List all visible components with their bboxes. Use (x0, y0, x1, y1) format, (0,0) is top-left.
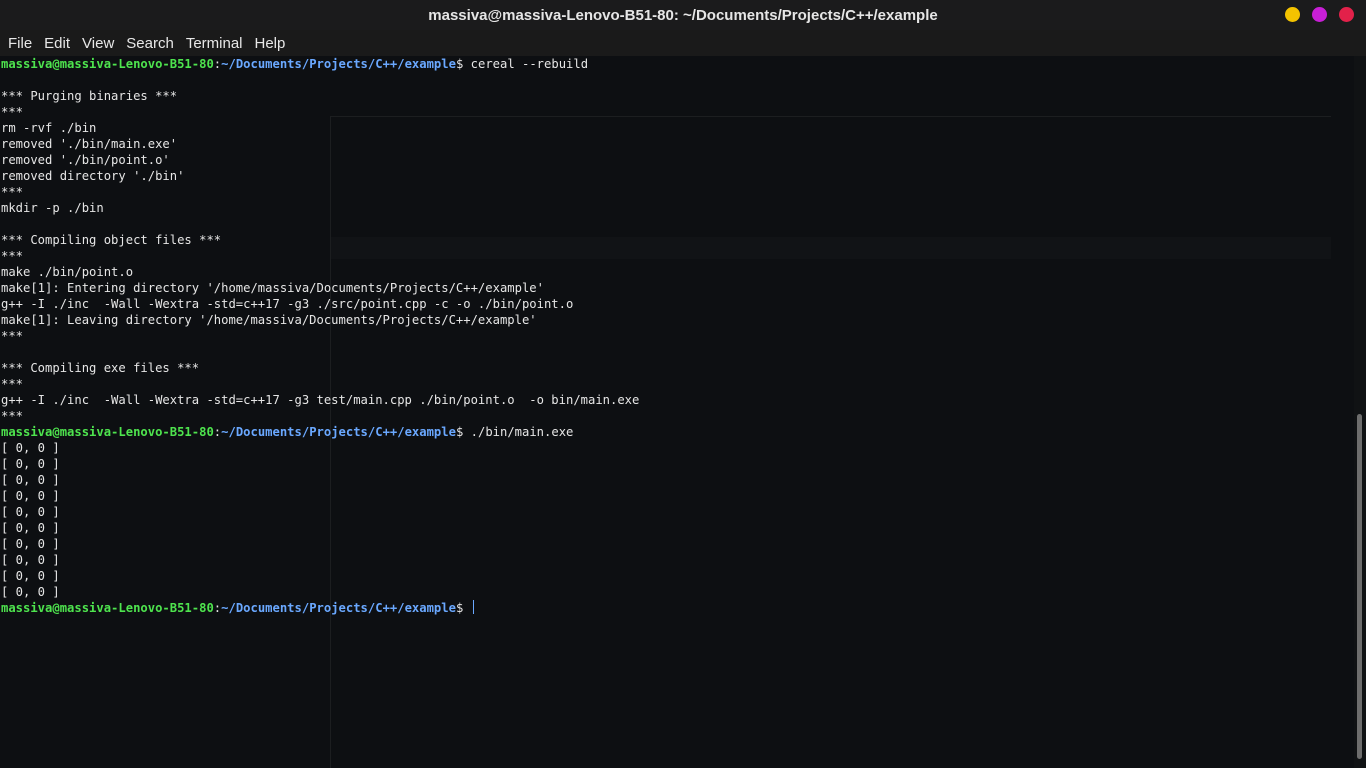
menu-search[interactable]: Search (120, 35, 180, 52)
minimize-button[interactable] (1285, 7, 1300, 22)
output-line: [ 0, 0 ] (1, 569, 60, 583)
output-line: rm -rvf ./bin (1, 121, 97, 135)
output-line: [ 0, 0 ] (1, 553, 60, 567)
output-line: *** (1, 409, 24, 423)
output-line: removed './bin/point.o' (1, 153, 170, 167)
prompt-line: massiva@massiva-Lenovo-B51-80:~/Document… (1, 424, 639, 440)
output-line: [ 0, 0 ] (1, 505, 60, 519)
window-title: massiva@massiva-Lenovo-B51-80: ~/Documen… (428, 6, 938, 24)
output-line: make[1]: Entering directory '/home/massi… (1, 281, 544, 295)
terminal-scrollbar[interactable] (1354, 56, 1366, 768)
output-line: removed './bin/main.exe' (1, 137, 178, 151)
window-controls (1285, 7, 1354, 22)
command-text: cereal --rebuild (470, 57, 589, 71)
output-line: [ 0, 0 ] (1, 537, 60, 551)
output-line: *** (1, 377, 24, 391)
output-line: removed directory './bin' (1, 169, 185, 183)
output-line: [ 0, 0 ] (1, 441, 60, 455)
output-line: [ 0, 0 ] (1, 585, 60, 599)
prompt-user: massiva@massiva-Lenovo-B51-80 (1, 425, 214, 439)
output-line: *** (1, 105, 24, 119)
command-text: ./bin/main.exe (470, 425, 574, 439)
menu-file[interactable]: File (2, 35, 38, 52)
output-line: g++ -I ./inc -Wall -Wextra -std=c++17 -g… (1, 393, 640, 407)
text-cursor[interactable] (472, 600, 474, 614)
window-titlebar[interactable]: massiva@massiva-Lenovo-B51-80: ~/Documen… (0, 0, 1366, 30)
output-line: *** (1, 185, 24, 199)
output-line: [ 0, 0 ] (1, 457, 60, 471)
output-line: mkdir -p ./bin (1, 201, 104, 215)
output-line: *** Compiling object files *** (1, 233, 222, 247)
menu-help[interactable]: Help (249, 35, 292, 52)
output-line: *** (1, 249, 24, 263)
output-line: *** Purging binaries *** (1, 89, 178, 103)
output-line: [ 0, 0 ] (1, 473, 60, 487)
menu-edit[interactable]: Edit (38, 35, 76, 52)
output-line: [ 0, 0 ] (1, 521, 60, 535)
terminal-area[interactable]: massiva@massiva-Lenovo-B51-80:~/Document… (0, 56, 1354, 768)
prompt-path: ~/Documents/Projects/C++/example (221, 57, 456, 71)
output-line: *** (1, 329, 24, 343)
close-button[interactable] (1339, 7, 1354, 22)
menu-bar: File Edit View Search Terminal Help (0, 30, 1366, 57)
prompt-symbol: $ (455, 601, 471, 615)
prompt-symbol: $ (455, 57, 471, 71)
terminal-output: massiva@massiva-Lenovo-B51-80:~/Document… (1, 56, 639, 616)
output-line: [ 0, 0 ] (1, 489, 60, 503)
prompt-symbol: $ (455, 425, 471, 439)
scrollbar-thumb[interactable] (1357, 414, 1362, 759)
prompt-line: massiva@massiva-Lenovo-B51-80:~/Document… (1, 600, 639, 616)
maximize-button[interactable] (1312, 7, 1327, 22)
prompt-path: ~/Documents/Projects/C++/example (221, 425, 456, 439)
menu-view[interactable]: View (76, 35, 120, 52)
prompt-user: massiva@massiva-Lenovo-B51-80 (1, 57, 214, 71)
output-line: make[1]: Leaving directory '/home/massiv… (1, 313, 537, 327)
menu-terminal[interactable]: Terminal (180, 35, 249, 52)
prompt-line: massiva@massiva-Lenovo-B51-80:~/Document… (1, 56, 639, 72)
prompt-user: massiva@massiva-Lenovo-B51-80 (1, 601, 214, 615)
output-line: *** Compiling exe files *** (1, 361, 200, 375)
output-line: make ./bin/point.o (1, 265, 134, 279)
prompt-path: ~/Documents/Projects/C++/example (221, 601, 456, 615)
output-line: g++ -I ./inc -Wall -Wextra -std=c++17 -g… (1, 297, 574, 311)
